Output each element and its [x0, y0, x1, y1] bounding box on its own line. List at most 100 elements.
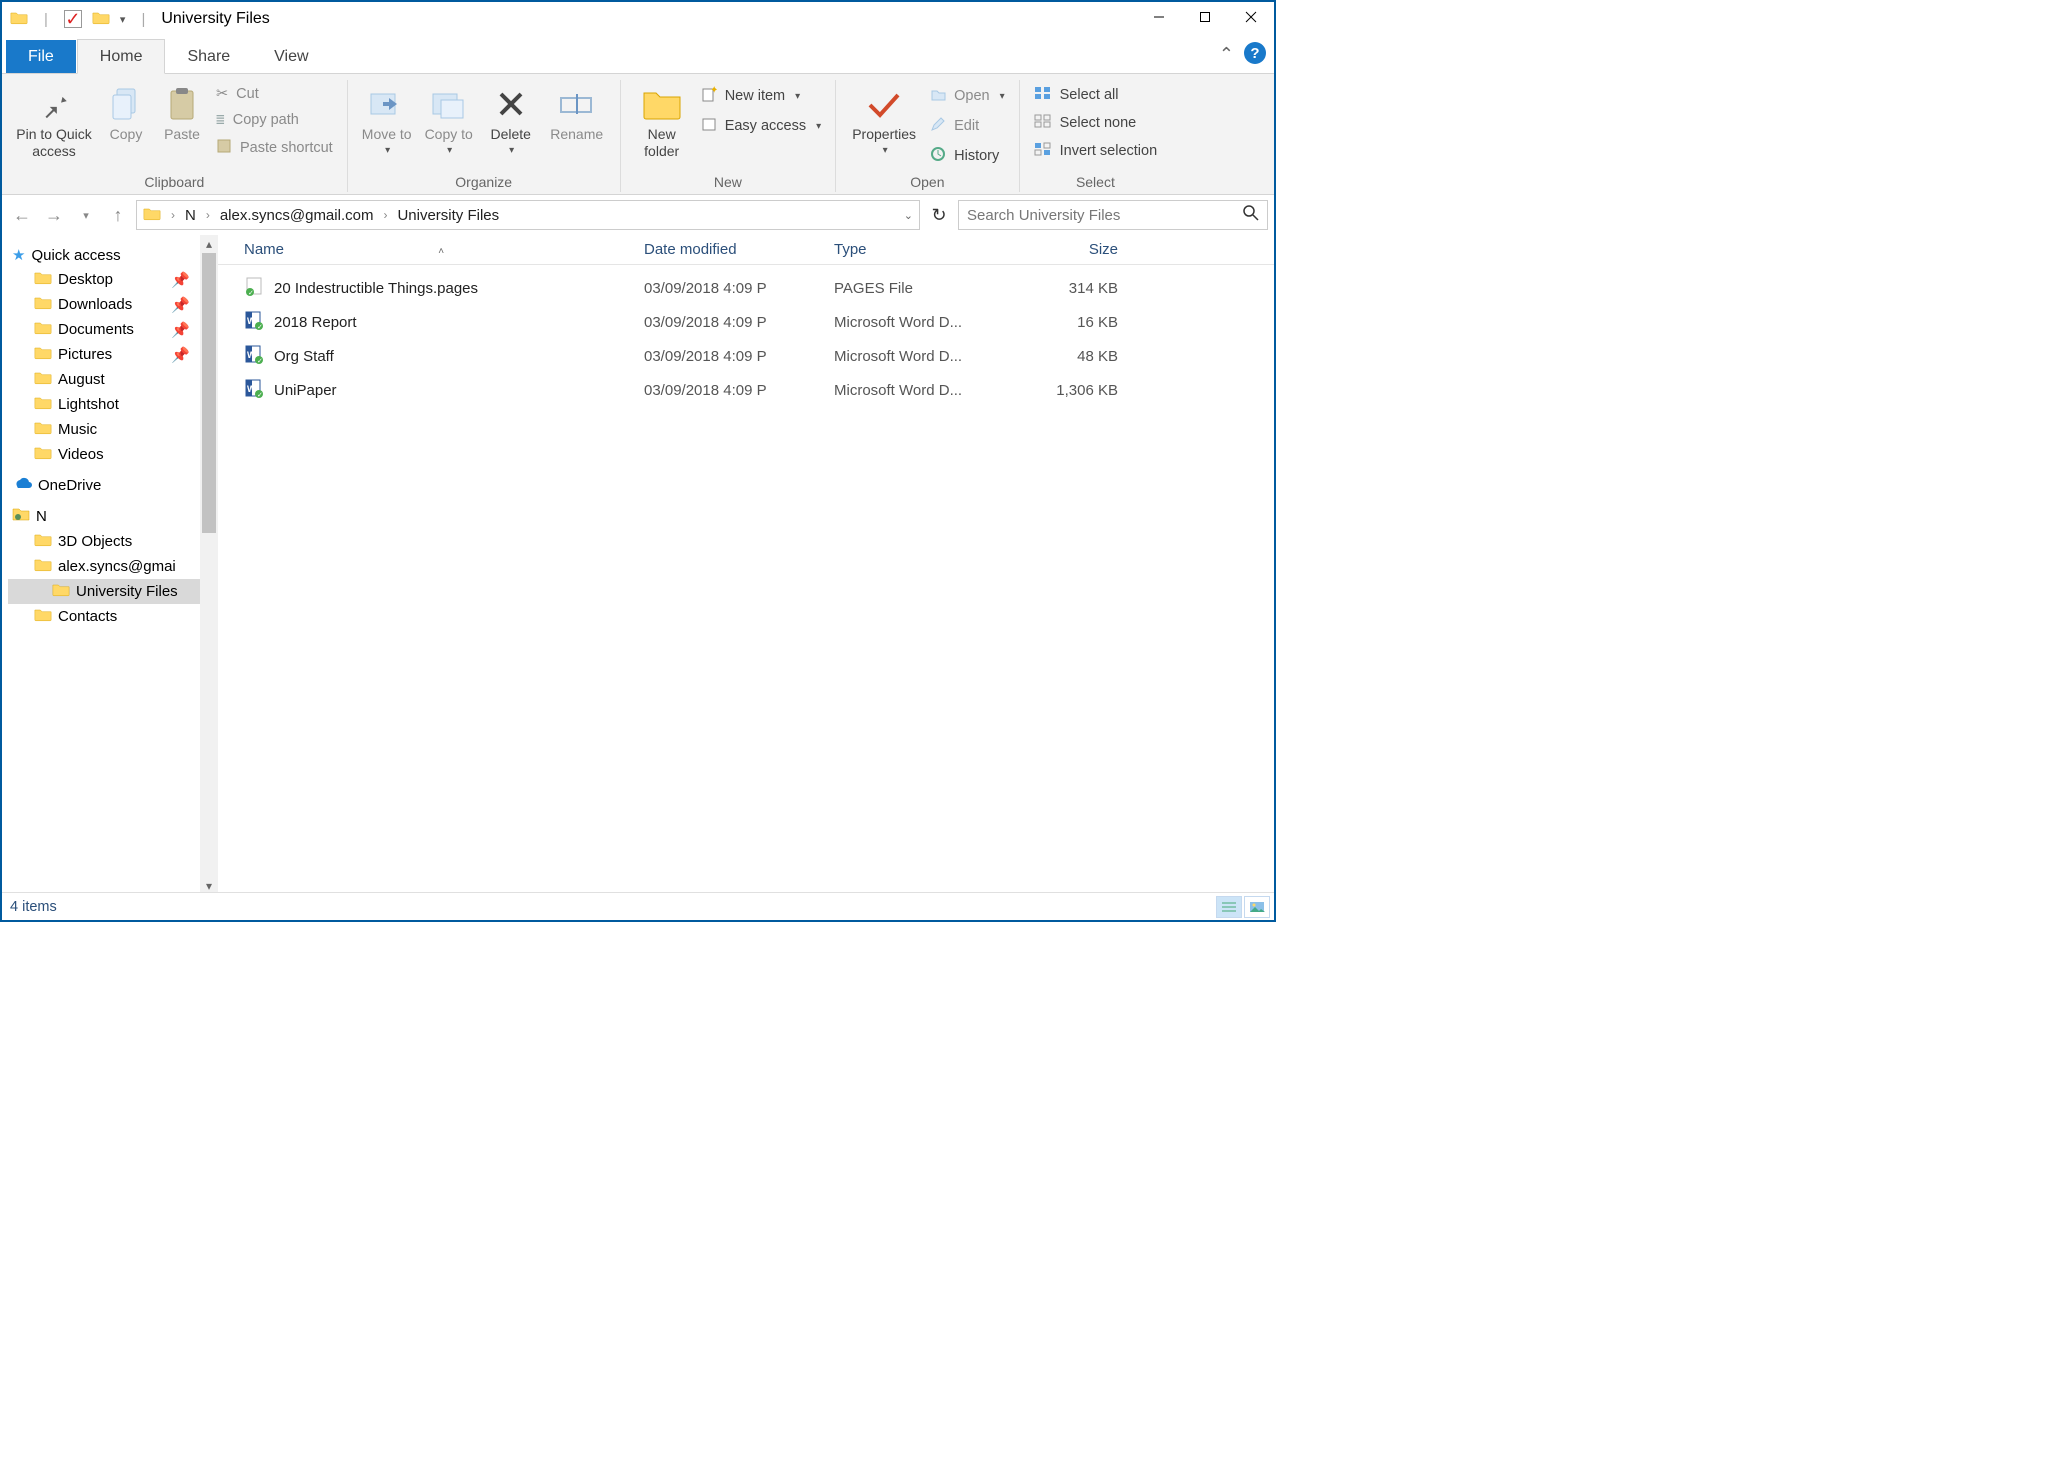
rename-button[interactable]: Rename: [542, 80, 612, 143]
window-controls: [1136, 2, 1274, 32]
pin-icon: [37, 84, 71, 124]
sidebar-item[interactable]: Music: [8, 417, 218, 442]
table-row[interactable]: ✓ 20 Indestructible Things.pages 03/09/20…: [244, 271, 1274, 305]
file-size: 16 KB: [1016, 314, 1126, 331]
breadcrumb-chevron[interactable]: ›: [163, 208, 179, 222]
breadcrumb[interactable]: University Files: [393, 207, 503, 224]
file-name: UniPaper: [274, 382, 337, 399]
paste-button[interactable]: Paste: [154, 80, 210, 143]
scroll-up-icon[interactable]: ▴: [200, 235, 218, 253]
group-open: Properties▾ Open▾ Edit: [836, 80, 1020, 192]
sidebar-n-root[interactable]: N: [8, 503, 218, 529]
copy-button[interactable]: Copy: [98, 80, 154, 143]
column-size[interactable]: Size: [1016, 241, 1126, 258]
sidebar-item[interactable]: Videos: [8, 442, 218, 467]
file-name: 2018 Report: [274, 314, 357, 331]
pin-icon: 📌: [171, 346, 190, 364]
select-all-button[interactable]: Select all: [1028, 82, 1164, 108]
thumbnails-view-button[interactable]: [1244, 896, 1270, 918]
folder-icon: [34, 370, 52, 389]
column-type[interactable]: Type: [834, 241, 1016, 258]
select-all-icon: [1034, 86, 1052, 104]
paste-shortcut-button[interactable]: Paste shortcut: [210, 134, 339, 162]
address-dropdown-icon[interactable]: ⌄: [904, 209, 913, 222]
back-button[interactable]: ←: [8, 201, 36, 229]
delete-button[interactable]: Delete▾: [480, 80, 542, 157]
new-item-button[interactable]: ✦ New item▾: [695, 82, 827, 110]
collapse-ribbon-icon[interactable]: ⌃: [1219, 44, 1234, 65]
table-row[interactable]: W✓UniPaper 03/09/2018 4:09 P Microsoft W…: [244, 373, 1274, 407]
group-select: Select all Select none Invert selection …: [1020, 80, 1172, 192]
copy-to-button[interactable]: Copy to▾: [418, 80, 480, 157]
file-name: 20 Indestructible Things.pages: [274, 280, 478, 297]
onedrive-icon: [12, 476, 32, 494]
tab-view[interactable]: View: [252, 40, 330, 73]
sidebar-onedrive[interactable]: OneDrive: [8, 473, 218, 497]
folder-icon[interactable]: [92, 10, 110, 29]
qat-check-icon[interactable]: ✓: [64, 10, 82, 28]
svg-text:W: W: [247, 350, 256, 360]
sidebar: ★ Quick access Desktop 📌 Downloads 📌 Doc…: [2, 235, 218, 895]
sidebar-item[interactable]: Desktop 📌: [8, 267, 218, 292]
invert-selection-button[interactable]: Invert selection: [1028, 138, 1164, 164]
scroll-thumb[interactable]: [202, 253, 216, 533]
help-icon[interactable]: ?: [1244, 42, 1266, 64]
folder-icon: [34, 395, 52, 414]
file-date: 03/09/2018 4:09 P: [644, 382, 834, 399]
column-name[interactable]: Name ˄: [244, 241, 644, 258]
sidebar-item[interactable]: Documents 📌: [8, 317, 218, 342]
paste-icon: [168, 84, 196, 124]
minimize-button[interactable]: [1136, 2, 1182, 32]
group-label: New: [629, 170, 827, 192]
sidebar-item[interactable]: Contacts: [8, 604, 218, 629]
sidebar-quick-access[interactable]: ★ Quick access: [8, 243, 218, 267]
recent-locations-button[interactable]: ▾: [72, 201, 100, 229]
up-button[interactable]: ↑: [104, 201, 132, 229]
move-to-button[interactable]: Move to▾: [356, 80, 418, 157]
sidebar-item[interactable]: Pictures 📌: [8, 342, 218, 367]
table-row[interactable]: W✓Org Staff 03/09/2018 4:09 P Microsoft …: [244, 339, 1274, 373]
folder-icon: [34, 557, 52, 576]
history-button[interactable]: History: [924, 142, 1011, 170]
maximize-button[interactable]: [1182, 2, 1228, 32]
details-view-button[interactable]: [1216, 896, 1242, 918]
column-date[interactable]: Date modified: [644, 241, 834, 258]
sidebar-item[interactable]: 3D Objects: [8, 529, 218, 554]
delete-icon: [497, 84, 525, 124]
tab-share[interactable]: Share: [165, 40, 252, 73]
address-bar[interactable]: › N› alex.syncs@gmail.com› University Fi…: [136, 200, 920, 230]
sidebar-scrollbar[interactable]: ▴ ▾: [200, 235, 218, 895]
refresh-button[interactable]: ↻: [924, 200, 954, 230]
copy-path-button[interactable]: ≣ Copy path: [210, 108, 339, 132]
column-headers: Name ˄ Date modified Type Size: [218, 235, 1274, 265]
tab-file[interactable]: File: [6, 40, 76, 73]
file-icon: ✓: [244, 276, 264, 300]
file-date: 03/09/2018 4:09 P: [644, 280, 834, 297]
open-button[interactable]: Open▾: [924, 82, 1011, 110]
search-input[interactable]: Search University Files: [958, 200, 1268, 230]
breadcrumb[interactable]: alex.syncs@gmail.com›: [216, 207, 392, 224]
breadcrumb[interactable]: N›: [181, 207, 214, 224]
easy-access-button[interactable]: Easy access▾: [695, 112, 827, 140]
tab-home[interactable]: Home: [77, 39, 166, 74]
move-to-icon: [369, 84, 405, 124]
select-none-button[interactable]: Select none: [1028, 110, 1164, 136]
search-icon: [1243, 205, 1259, 225]
cut-button[interactable]: ✂ Cut: [210, 82, 339, 106]
table-row[interactable]: W✓2018 Report 03/09/2018 4:09 P Microsof…: [244, 305, 1274, 339]
properties-button[interactable]: Properties▾: [844, 80, 924, 157]
invert-selection-icon: [1034, 142, 1052, 160]
sidebar-item[interactable]: alex.syncs@gmai: [8, 554, 218, 579]
qat-dropdown-icon[interactable]: ▾: [120, 13, 126, 26]
new-folder-button[interactable]: New folder: [629, 80, 695, 160]
sidebar-item-current[interactable]: University Files: [8, 579, 218, 604]
group-label: Organize: [356, 170, 612, 192]
edit-button[interactable]: Edit: [924, 112, 1011, 140]
pin-to-quick-access-button[interactable]: Pin to Quick access: [10, 80, 98, 160]
sidebar-item[interactable]: Downloads 📌: [8, 292, 218, 317]
forward-button[interactable]: →: [40, 201, 68, 229]
close-button[interactable]: [1228, 2, 1274, 32]
sidebar-item[interactable]: Lightshot: [8, 392, 218, 417]
window-title: University Files: [161, 10, 269, 28]
sidebar-item[interactable]: August: [8, 367, 218, 392]
